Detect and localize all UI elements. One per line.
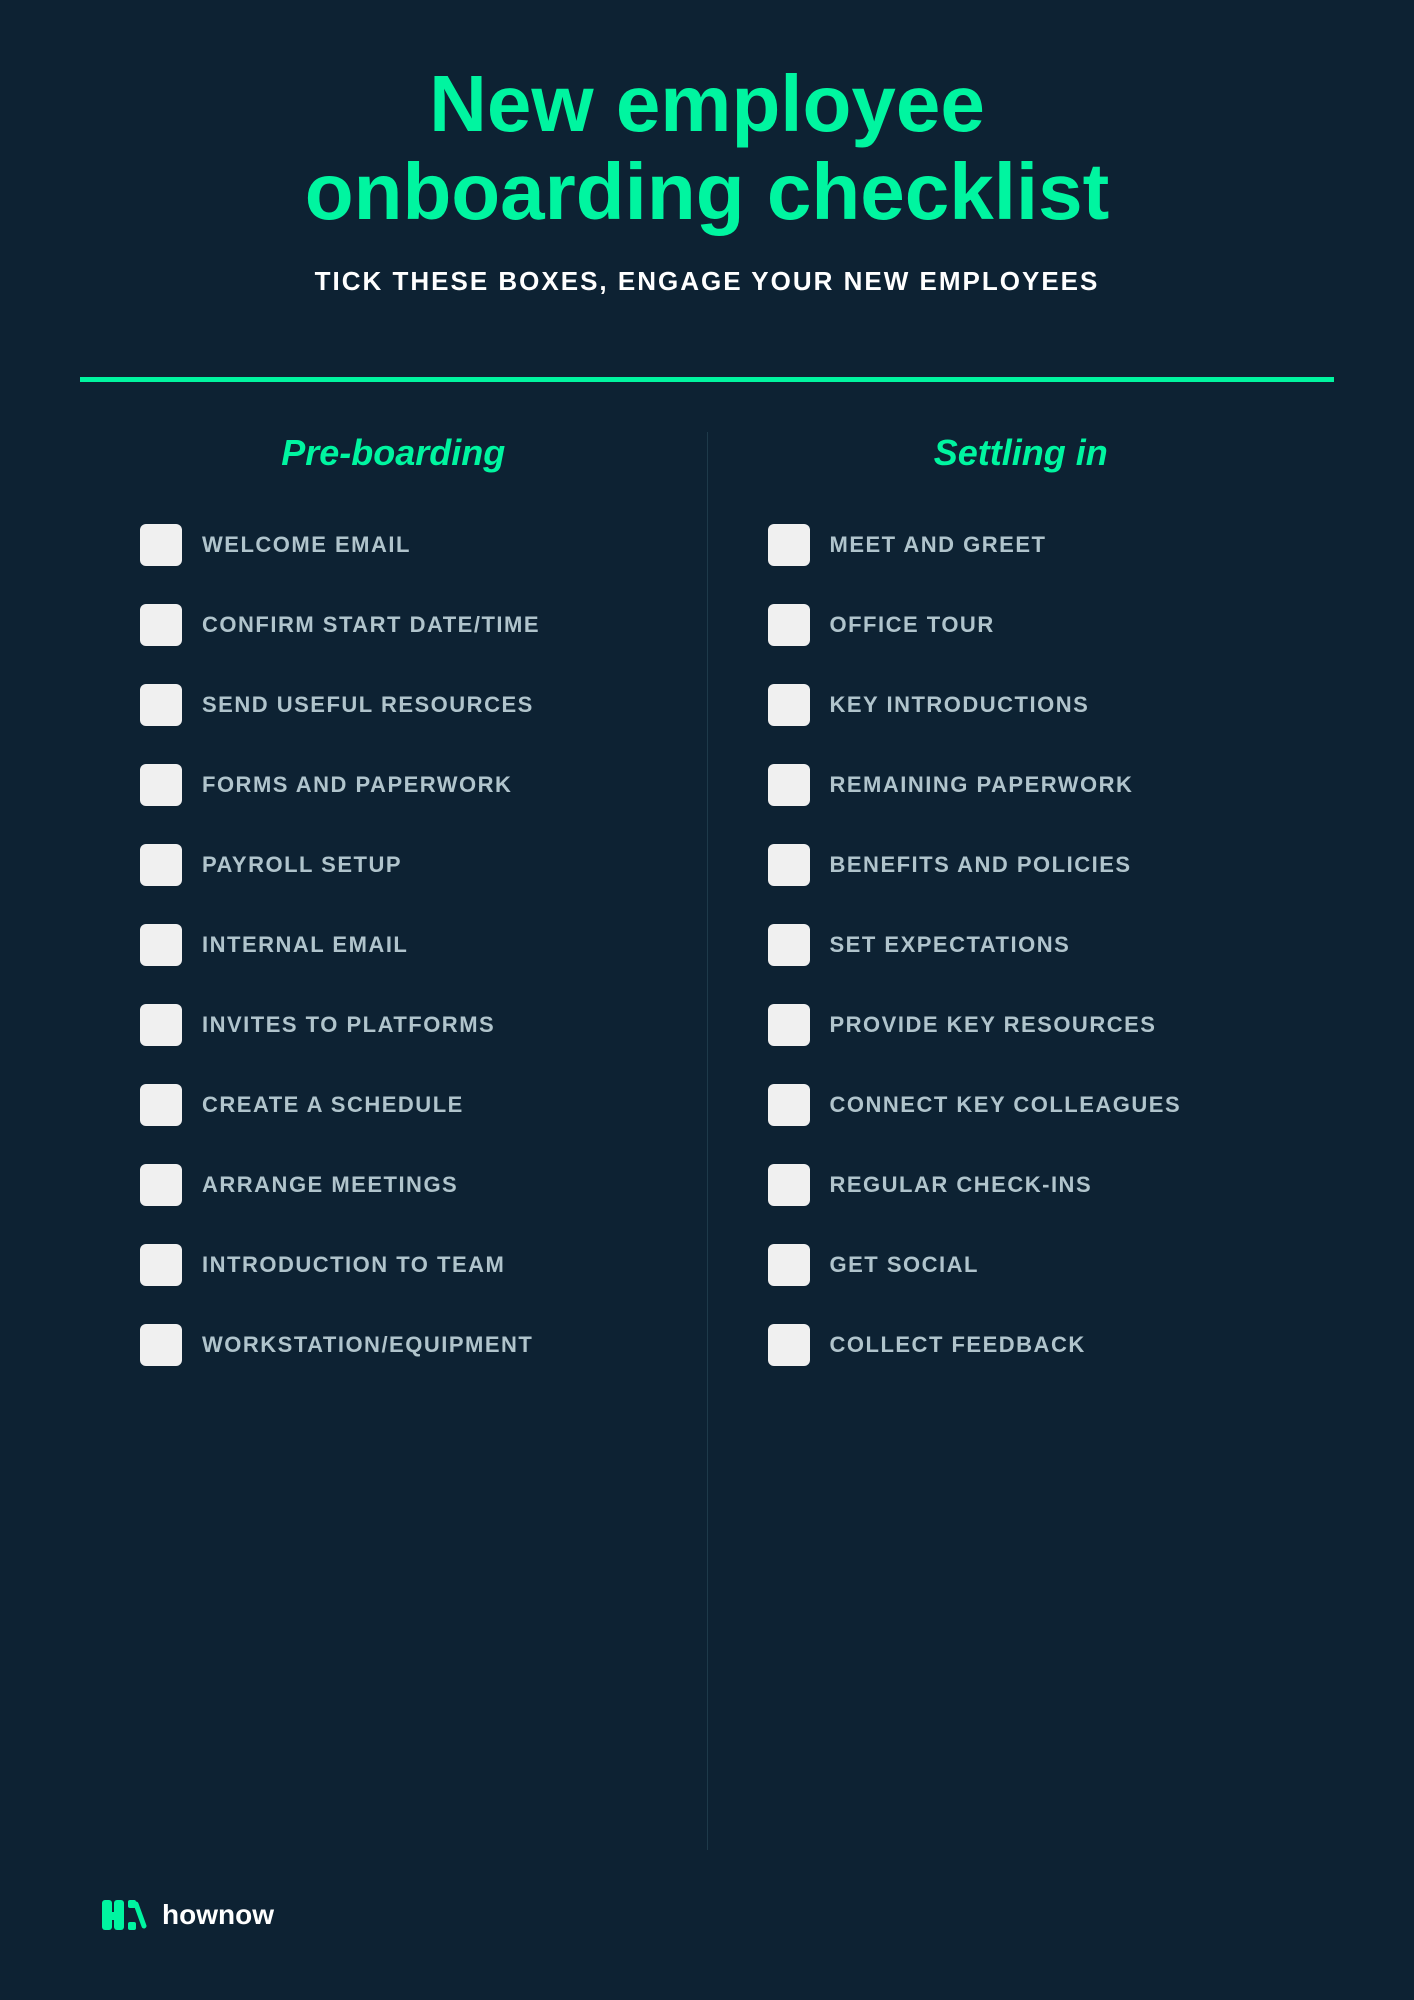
item-label: SEND USEFUL RESOURCES	[202, 692, 534, 718]
checkbox[interactable]	[768, 524, 810, 566]
checkbox[interactable]	[768, 1324, 810, 1366]
list-item: FORMS AND PAPERWORK	[140, 764, 647, 806]
list-item: COLLECT FEEDBACK	[768, 1324, 1275, 1366]
settlingin-column: Settling in MEET AND GREET OFFICE TOUR K…	[708, 432, 1335, 1850]
checkbox[interactable]	[140, 924, 182, 966]
checkbox[interactable]	[140, 684, 182, 726]
checkbox[interactable]	[140, 1244, 182, 1286]
item-label: CONNECT KEY COLLEAGUES	[830, 1092, 1182, 1118]
checkbox[interactable]	[768, 844, 810, 886]
page-title: New employee onboarding checklist	[305, 60, 1110, 236]
item-label: ARRANGE MEETINGS	[202, 1172, 458, 1198]
page: New employee onboarding checklist TICK T…	[0, 0, 1414, 2000]
list-item: CONNECT KEY COLLEAGUES	[768, 1084, 1275, 1126]
list-item: INTRODUCTION TO TEAM	[140, 1244, 647, 1286]
checkbox[interactable]	[140, 524, 182, 566]
checkbox[interactable]	[768, 1084, 810, 1126]
checkbox[interactable]	[140, 764, 182, 806]
footer: hownow	[80, 1890, 1334, 1940]
item-label: COLLECT FEEDBACK	[830, 1332, 1086, 1358]
list-item: REGULAR CHECK-INS	[768, 1164, 1275, 1206]
list-item: CONFIRM START DATE/TIME	[140, 604, 647, 646]
checkbox[interactable]	[768, 604, 810, 646]
item-label: BENEFITS AND POLICIES	[830, 852, 1132, 878]
list-item: BENEFITS AND POLICIES	[768, 844, 1275, 886]
item-label: OFFICE TOUR	[830, 612, 995, 638]
divider	[80, 377, 1334, 382]
item-label: INVITES TO PLATFORMS	[202, 1012, 495, 1038]
columns-container: Pre-boarding WELCOME EMAIL CONFIRM START…	[80, 432, 1334, 1850]
checkbox[interactable]	[140, 1004, 182, 1046]
item-label: SET EXPECTATIONS	[830, 932, 1071, 958]
list-item: PROVIDE KEY RESOURCES	[768, 1004, 1275, 1046]
list-item: WORKSTATION/EQUIPMENT	[140, 1324, 647, 1366]
list-item: GET SOCIAL	[768, 1244, 1275, 1286]
item-label: PAYROLL SETUP	[202, 852, 402, 878]
list-item: INTERNAL EMAIL	[140, 924, 647, 966]
hownow-logo-icon	[100, 1890, 150, 1940]
header: New employee onboarding checklist TICK T…	[305, 60, 1110, 327]
list-item: OFFICE TOUR	[768, 604, 1275, 646]
item-label: REMAINING PAPERWORK	[830, 772, 1134, 798]
list-item: CREATE A SCHEDULE	[140, 1084, 647, 1126]
settlingin-title: Settling in	[768, 432, 1275, 474]
item-label: GET SOCIAL	[830, 1252, 979, 1278]
list-item: INVITES TO PLATFORMS	[140, 1004, 647, 1046]
item-label: MEET AND GREET	[830, 532, 1047, 558]
item-label: KEY INTRODUCTIONS	[830, 692, 1090, 718]
item-label: INTERNAL EMAIL	[202, 932, 408, 958]
checkbox[interactable]	[768, 1164, 810, 1206]
list-item: REMAINING PAPERWORK	[768, 764, 1275, 806]
subtitle: TICK THESE BOXES, ENGAGE YOUR NEW EMPLOY…	[305, 266, 1110, 297]
item-label: FORMS AND PAPERWORK	[202, 772, 512, 798]
item-label: PROVIDE KEY RESOURCES	[830, 1012, 1157, 1038]
logo-text: hownow	[162, 1899, 274, 1931]
item-label: CONFIRM START DATE/TIME	[202, 612, 540, 638]
checkbox[interactable]	[768, 1004, 810, 1046]
item-label: CREATE A SCHEDULE	[202, 1092, 464, 1118]
checkbox[interactable]	[768, 684, 810, 726]
list-item: KEY INTRODUCTIONS	[768, 684, 1275, 726]
checkbox[interactable]	[140, 844, 182, 886]
checkbox[interactable]	[768, 1244, 810, 1286]
checkbox[interactable]	[768, 764, 810, 806]
item-label: INTRODUCTION TO TEAM	[202, 1252, 505, 1278]
checkbox[interactable]	[140, 1084, 182, 1126]
checkbox[interactable]	[140, 1164, 182, 1206]
item-label: REGULAR CHECK-INS	[830, 1172, 1093, 1198]
item-label: WORKSTATION/EQUIPMENT	[202, 1332, 533, 1358]
list-item: SEND USEFUL RESOURCES	[140, 684, 647, 726]
item-label: WELCOME EMAIL	[202, 532, 411, 558]
list-item: ARRANGE MEETINGS	[140, 1164, 647, 1206]
list-item: MEET AND GREET	[768, 524, 1275, 566]
checkbox[interactable]	[140, 604, 182, 646]
checkbox[interactable]	[140, 1324, 182, 1366]
preboarding-column: Pre-boarding WELCOME EMAIL CONFIRM START…	[80, 432, 708, 1850]
checkbox[interactable]	[768, 924, 810, 966]
list-item: SET EXPECTATIONS	[768, 924, 1275, 966]
preboarding-title: Pre-boarding	[140, 432, 647, 474]
list-item: WELCOME EMAIL	[140, 524, 647, 566]
logo: hownow	[100, 1890, 274, 1940]
list-item: PAYROLL SETUP	[140, 844, 647, 886]
